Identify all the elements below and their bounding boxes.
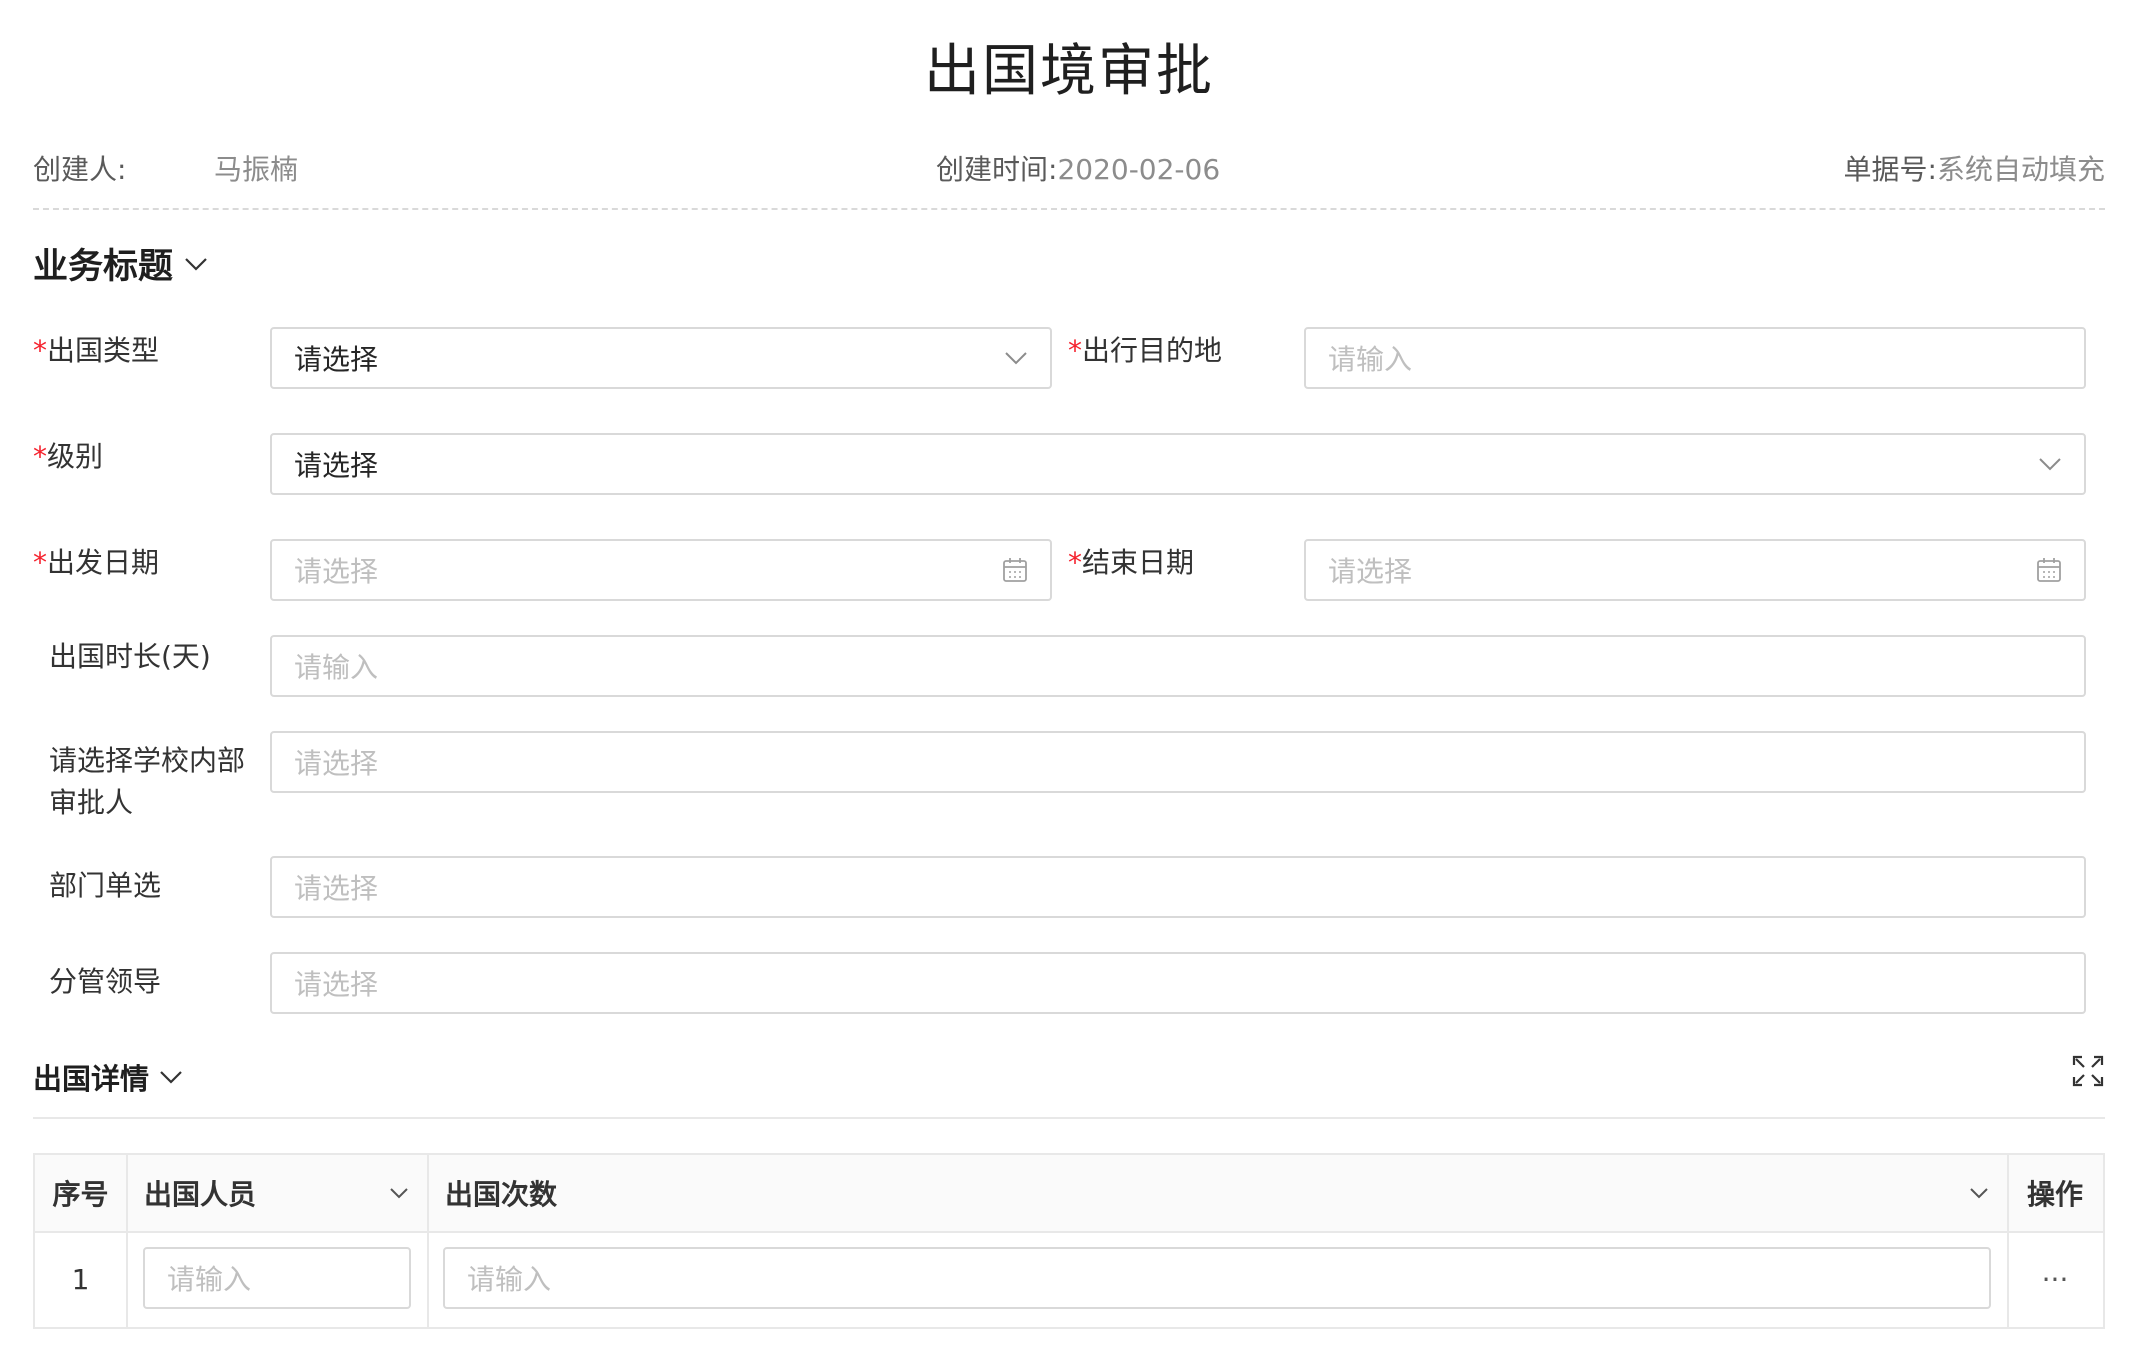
approver-placeholder: 请选择 [294, 747, 379, 780]
trip-type-select[interactable]: 请选择 [270, 327, 1052, 389]
created-time-label: 创建时间: [936, 153, 1058, 186]
required-mark: * [33, 440, 47, 473]
count-placeholder: 请输入 [467, 1263, 552, 1296]
duration-input[interactable]: 请输入 [270, 635, 2086, 697]
doc-number: 单据号:系统自动填充 [1844, 148, 2105, 188]
department-label: 部门单选 [49, 869, 162, 902]
duration-label: 出国时长(天) [49, 640, 211, 673]
creator-value: 马振楠 [214, 153, 299, 186]
chevron-down-icon [1970, 1188, 1988, 1199]
approver-label-line2: 审批人 [49, 786, 134, 819]
section-business-title[interactable]: 业务标题 [33, 238, 209, 289]
end-date-placeholder: 请选择 [1328, 555, 1413, 588]
end-date-label: *结束日期 [1068, 542, 1194, 584]
destination-label: *出行目的地 [1068, 330, 1222, 372]
approval-form-page: 出国境审批 创建人: 马振楠 创建时间:2020-02-06 单据号:系统自动填… [0, 0, 2138, 1362]
level-label: *级别 [33, 436, 103, 478]
section-details-title[interactable]: 出国详情 [33, 1056, 183, 1098]
leader-label: 分管领导 [49, 965, 162, 998]
created-time: 创建时间:2020-02-06 [936, 148, 1220, 188]
department-select[interactable]: 请选择 [270, 856, 2086, 918]
more-actions-button[interactable]: ··· [2007, 1231, 2103, 1327]
header-person-text: 出国人员 [144, 1178, 257, 1211]
person-input[interactable]: 请输入 [143, 1247, 411, 1309]
approver-label-line1: 请选择学校内部 [49, 744, 246, 777]
header-divider [33, 208, 2105, 210]
level-label-text: 级别 [47, 440, 104, 473]
destination-label-text: 出行目的地 [1082, 334, 1223, 367]
trip-type-label: *出国类型 [33, 330, 159, 372]
leader-select[interactable]: 请选择 [270, 952, 2086, 1014]
end-date-label-text: 结束日期 [1082, 546, 1195, 579]
section-divider [33, 1117, 2105, 1119]
chevron-down-icon [2038, 456, 2062, 472]
count-input[interactable]: 请输入 [443, 1247, 1991, 1309]
duration-placeholder: 请输入 [294, 651, 379, 684]
destination-input[interactable]: 请输入 [1304, 327, 2086, 389]
start-date-label: *出发日期 [33, 542, 159, 584]
calendar-icon [2036, 557, 2062, 583]
section-business-title-text: 业务标题 [33, 247, 174, 287]
page-title: 出国境审批 [924, 39, 1214, 104]
required-mark: * [1068, 546, 1082, 579]
calendar-icon [1002, 557, 1028, 583]
level-value: 请选择 [294, 449, 379, 482]
destination-placeholder: 请输入 [1328, 343, 1413, 376]
doc-number-label: 单据号: [1843, 153, 1937, 186]
end-date-picker[interactable]: 请选择 [1304, 539, 2086, 601]
doc-number-value: 系统自动填充 [1936, 153, 2105, 186]
chevron-down-icon [160, 1071, 182, 1084]
trip-type-value: 请选择 [294, 343, 379, 376]
header-index: 序号 [52, 1178, 109, 1211]
header-count-text: 出国次数 [445, 1178, 558, 1211]
approver-select[interactable]: 请选择 [270, 731, 2086, 793]
expand-icon[interactable] [2072, 1055, 2104, 1091]
person-placeholder: 请输入 [167, 1263, 252, 1296]
creator-label: 创建人: [33, 153, 127, 186]
approver-label: 请选择学校内部 审批人 [49, 740, 245, 824]
required-mark: * [33, 546, 47, 579]
chevron-down-icon [1004, 350, 1028, 366]
header-person[interactable]: 出国人员 [126, 1155, 427, 1231]
header-action: 操作 [2026, 1178, 2083, 1211]
trip-type-label-text: 出国类型 [47, 334, 160, 367]
details-table: 序号 出国人员 出国次数 操作 1 请输入 请输入 ··· [33, 1153, 2105, 1329]
chevron-down-icon [185, 257, 207, 271]
required-mark: * [1068, 334, 1082, 367]
department-placeholder: 请选择 [294, 872, 379, 905]
section-details-title-text: 出国详情 [33, 1062, 150, 1096]
chevron-down-icon [390, 1188, 408, 1199]
leader-placeholder: 请选择 [294, 968, 379, 1001]
header-count[interactable]: 出国次数 [427, 1155, 2007, 1231]
start-date-picker[interactable]: 请选择 [270, 539, 1052, 601]
level-select[interactable]: 请选择 [270, 433, 2086, 495]
row-index: 1 [71, 1262, 90, 1296]
start-date-label-text: 出发日期 [47, 546, 160, 579]
start-date-placeholder: 请选择 [294, 555, 379, 588]
created-time-value: 2020-02-06 [1057, 153, 1221, 186]
required-mark: * [33, 334, 47, 367]
